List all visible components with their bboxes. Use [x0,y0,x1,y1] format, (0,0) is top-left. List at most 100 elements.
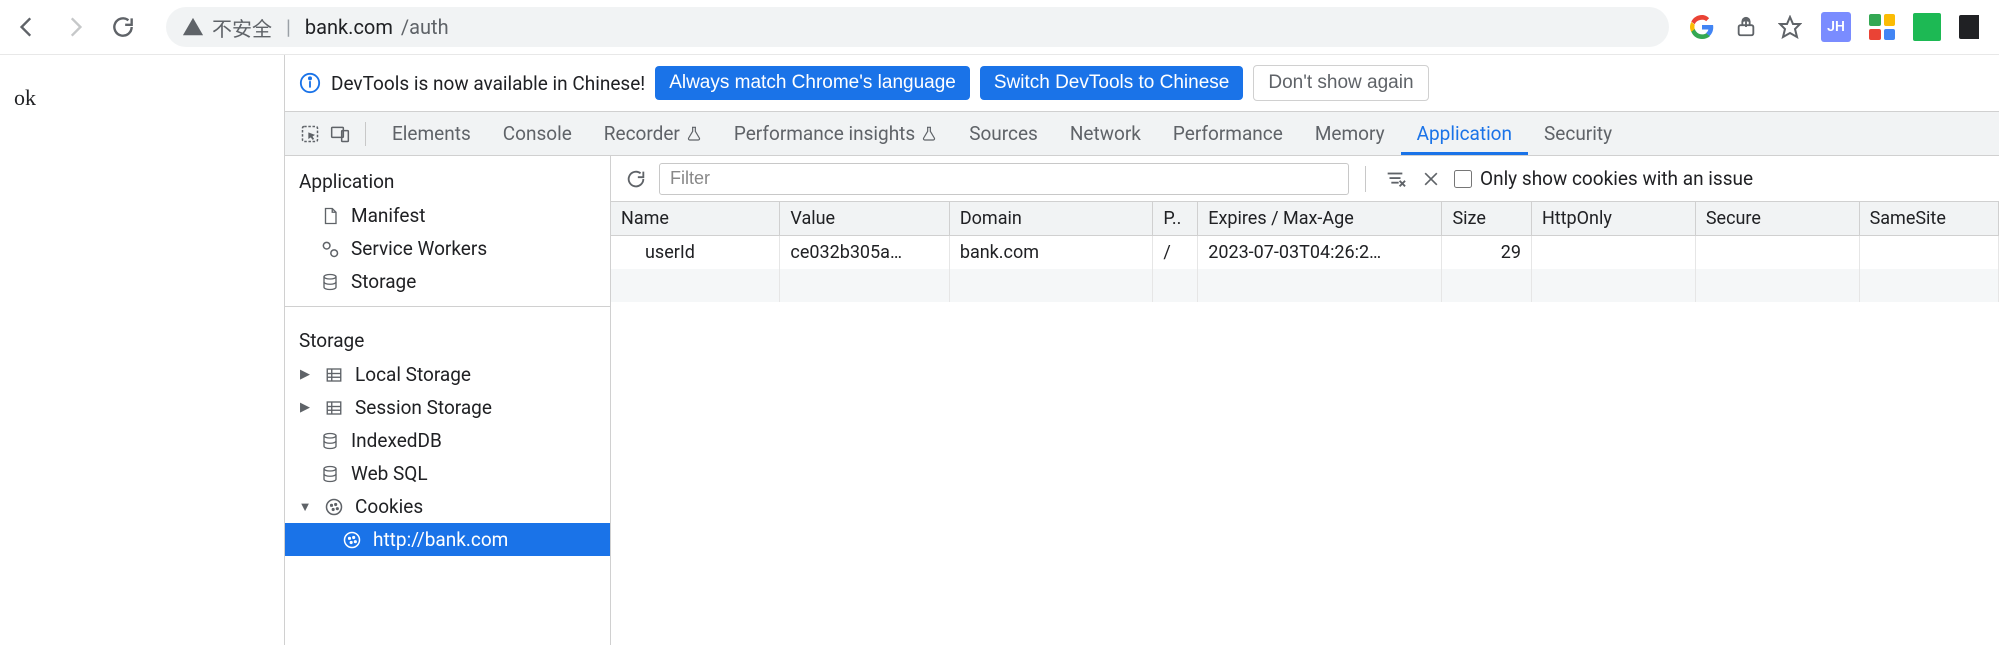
banner-switch-chinese-button[interactable]: Switch DevTools to Chinese [980,66,1244,100]
sidebar-label-websql: Web SQL [351,462,428,485]
tabstrip-divider [365,122,366,146]
tab-sources[interactable]: Sources [953,112,1054,155]
inspect-icon[interactable] [295,124,325,144]
address-separator: | [286,15,291,39]
cell-size: 29 [1442,236,1531,270]
cell-expires: 2023-07-03T04:26:2… [1198,236,1442,270]
th-name[interactable]: Name [611,202,780,236]
table-row[interactable]: userId ce032b305a… bank.com / 2023-07-03… [611,236,1999,270]
sidebar-divider [285,306,610,307]
toolbar-right-icons: JH [1689,12,1985,42]
refresh-icon[interactable] [623,168,649,190]
cell-domain: bank.com [949,236,1152,270]
sidebar-item-storage[interactable]: Storage [285,265,610,298]
sidebar-item-service-workers[interactable]: Service Workers [285,232,610,265]
sidebar-label-cookies: Cookies [355,495,423,518]
tab-performance[interactable]: Performance [1157,112,1299,155]
sidebar-item-session-storage[interactable]: ▶ Session Storage [285,391,610,424]
table-icon [323,399,345,417]
filter-input[interactable] [659,163,1349,195]
th-size[interactable]: Size [1442,202,1531,236]
cell-httponly [1531,236,1695,270]
th-samesite[interactable]: SameSite [1859,202,1998,236]
google-icon[interactable] [1689,14,1715,40]
expand-icon[interactable]: ▶ [299,367,311,382]
sidebar-heading-application: Application [285,156,610,199]
cookies-table: Name Value Domain P.. Expires / Max-Age … [611,202,1999,302]
tab-application[interactable]: Application [1401,112,1528,155]
table-row[interactable] [611,269,1999,302]
cell-secure [1695,236,1859,270]
th-httponly[interactable]: HttpOnly [1531,202,1695,236]
extensions-icon[interactable] [1959,15,1979,39]
sidebar-heading-storage: Storage [285,315,610,358]
th-secure[interactable]: Secure [1695,202,1859,236]
tab-perf-insights-label: Performance insights [734,122,915,145]
back-button[interactable] [14,14,40,40]
language-banner: DevTools is now available in Chinese! Al… [285,55,1999,112]
sidebar-label-indexeddb: IndexedDB [351,429,442,452]
info-icon [299,72,321,94]
tab-console[interactable]: Console [487,112,588,155]
insecure-icon [182,16,204,38]
device-mode-icon[interactable] [325,124,355,144]
reload-button[interactable] [110,14,136,40]
bookmark-star-icon[interactable] [1777,14,1803,40]
flask-icon [921,126,937,142]
manifest-icon [319,206,341,226]
sidebar-item-local-storage[interactable]: ▶ Local Storage [285,358,610,391]
cookie-icon [323,497,345,517]
database-icon [319,464,341,484]
browser-toolbar: 不安全 | bank.com/auth JH [0,0,1999,55]
collapse-icon[interactable]: ▼ [299,499,311,515]
cookies-toolbar: Only show cookies with an issue [611,156,1999,202]
sidebar-item-indexeddb[interactable]: IndexedDB [285,424,610,457]
cell-value: ce032b305a… [780,236,949,270]
flask-icon [686,126,702,142]
share-icon[interactable] [1733,14,1759,40]
clear-filter-icon[interactable] [1382,168,1408,190]
extension-green-icon[interactable] [1913,13,1941,41]
insecure-label: 不安全 [212,13,272,42]
sidebar-item-cookies[interactable]: ▼ Cookies [285,490,610,523]
banner-message: DevTools is now available in Chinese! [331,72,645,95]
extension-swatch-icon[interactable] [1869,14,1895,40]
devtools-panel: DevTools is now available in Chinese! Al… [284,55,1999,645]
delete-icon[interactable] [1418,169,1444,189]
sidebar-label-local-storage: Local Storage [355,363,471,386]
th-value[interactable]: Value [780,202,949,236]
url-host: bank.com [305,15,393,39]
tab-network[interactable]: Network [1054,112,1157,155]
only-issues-checkbox[interactable] [1454,170,1472,188]
sidebar-item-cookies-origin[interactable]: http://bank.com [285,523,610,556]
expand-icon[interactable]: ▶ [299,400,311,415]
forward-button[interactable] [62,14,88,40]
th-domain[interactable]: Domain [949,202,1152,236]
url-path: /auth [401,15,449,39]
storage-icon [319,272,341,292]
profile-badge[interactable]: JH [1821,12,1851,42]
banner-dismiss-button[interactable]: Don't show again [1253,65,1428,101]
nav-buttons [14,14,146,40]
cell-samesite [1859,236,1998,270]
table-header-row: Name Value Domain P.. Expires / Max-Age … [611,202,1999,236]
address-bar[interactable]: 不安全 | bank.com/auth [166,7,1669,47]
sidebar-label-storage: Storage [351,270,416,293]
th-expires[interactable]: Expires / Max-Age [1198,202,1442,236]
cell-name: userId [611,236,780,270]
banner-match-language-button[interactable]: Always match Chrome's language [655,66,970,100]
only-issues-toggle[interactable]: Only show cookies with an issue [1454,167,1753,190]
tab-elements[interactable]: Elements [376,112,487,155]
sidebar-item-manifest[interactable]: Manifest [285,199,610,232]
tab-performance-insights[interactable]: Performance insights [718,112,953,155]
cookies-content: Only show cookies with an issue Name Val… [611,156,1999,645]
tab-memory[interactable]: Memory [1299,112,1401,155]
th-path[interactable]: P.. [1153,202,1198,236]
sidebar-label-service-workers: Service Workers [351,237,487,260]
cell-path: / [1153,236,1198,270]
sidebar-label-session-storage: Session Storage [355,396,492,419]
sidebar-item-websql[interactable]: Web SQL [285,457,610,490]
page-body-text: ok [14,85,36,110]
tab-security[interactable]: Security [1528,112,1628,155]
tab-recorder[interactable]: Recorder [588,112,718,155]
